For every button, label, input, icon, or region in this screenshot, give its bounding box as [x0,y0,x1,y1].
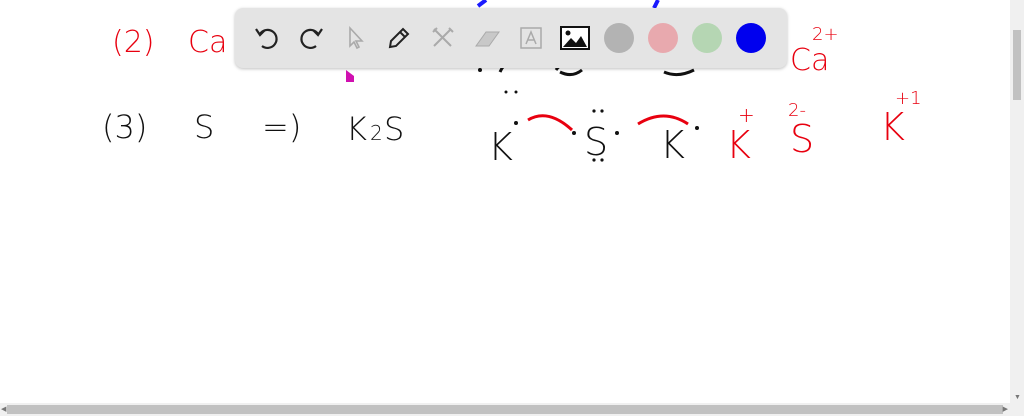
eraser-icon[interactable] [465,16,509,60]
tools-icon[interactable] [421,16,465,60]
horizontal-scrollbar[interactable]: ◀ ▶ [0,403,1024,416]
cursor-icon [346,70,354,82]
text-icon[interactable] [509,16,553,60]
ion-k1-charge: +1 [895,88,922,109]
lewis-k2: K [660,123,685,167]
scroll-left-arrow-icon[interactable]: ◀ [1,405,6,413]
horizontal-scroll-thumb[interactable] [7,405,1003,414]
line2-label: (2) [112,25,155,60]
scroll-right-arrow-icon[interactable]: ▶ [1003,405,1008,413]
ca-ion: Ca [790,43,829,78]
color-gray-swatch[interactable] [604,23,634,53]
formula-s: S [384,110,404,148]
line3-label: (3) [102,108,147,146]
ion-s-charge: 2- [788,100,806,121]
vertical-scrollbar[interactable]: ▼ [1010,0,1024,403]
line3-arrow: =) [262,108,301,146]
electron-arrow-1 [527,114,574,132]
redo-icon[interactable] [289,16,333,60]
scroll-down-arrow-icon[interactable]: ▼ [1014,394,1021,401]
partial-blue-ink [476,0,660,9]
ion-s: S [790,117,814,161]
ion-k-charge: + [738,103,755,127]
ion-k: K [726,123,751,167]
ion-k1: K [880,105,905,149]
formula-sub: 2 [370,121,383,145]
ca-ion-charge: 2+ [812,24,839,45]
image-icon[interactable] [553,16,597,60]
color-red-swatch[interactable] [648,23,678,53]
formula-k: K [346,110,367,148]
lewis-s: S [584,120,608,164]
line2-element: Ca [188,25,227,60]
lewis-k1: K [488,125,513,169]
undo-icon[interactable] [245,16,289,60]
vertical-scroll-thumb[interactable] [1013,30,1021,100]
select-icon[interactable] [333,16,377,60]
color-blue-swatch[interactable] [736,23,766,53]
color-green-swatch[interactable] [692,23,722,53]
pen-icon[interactable] [377,16,421,60]
line3-element: S [194,108,214,146]
toolbar [235,8,787,68]
